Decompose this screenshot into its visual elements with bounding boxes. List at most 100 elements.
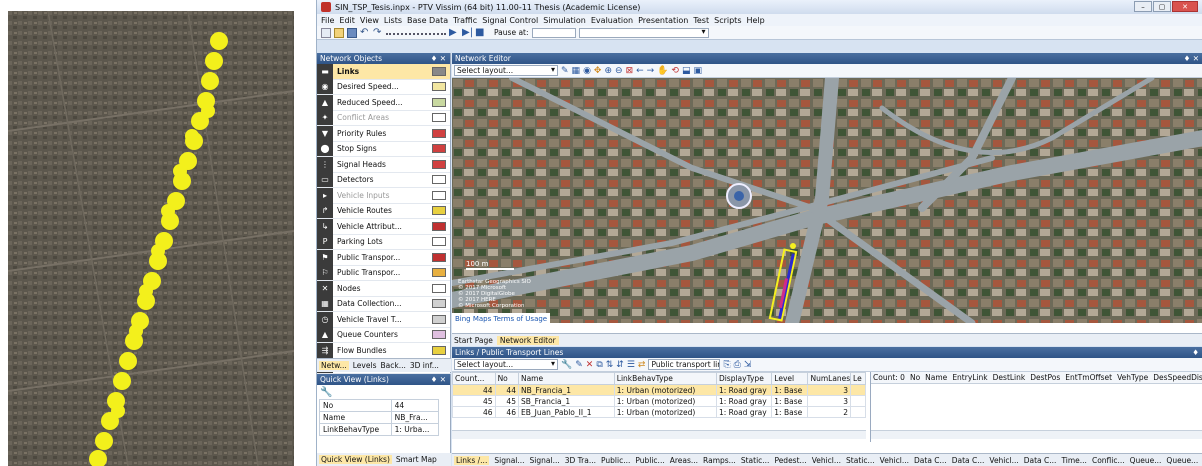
wrench-icon[interactable]: 🔧	[320, 387, 332, 398]
layout-select[interactable]: Select layout...	[454, 65, 558, 76]
3d-mode-icon[interactable]: ⬓	[682, 66, 691, 76]
minimize-button[interactable]: –	[1134, 1, 1152, 12]
network-object-color-swatch[interactable]	[432, 175, 446, 185]
network-object-color-swatch[interactable]	[432, 159, 446, 169]
network-object-color-swatch[interactable]	[432, 283, 446, 293]
col-num-lanes[interactable]: NumLanes	[807, 372, 852, 385]
filter-icon[interactable]: ☰	[627, 360, 635, 370]
screenshot-icon[interactable]: ▣	[693, 66, 702, 76]
list-tab[interactable]: Queue...	[1166, 456, 1198, 465]
network-object-color-swatch[interactable]	[432, 66, 446, 76]
network-object-item[interactable]: ▦ Data Collection...	[317, 296, 450, 312]
col-name[interactable]: Name	[517, 372, 615, 385]
relation-col[interactable]: No	[910, 373, 920, 382]
cell-no[interactable]: 44	[494, 384, 519, 396]
relation-select[interactable]: Public transport lir	[648, 359, 721, 370]
single-step-icon[interactable]: ▶|	[462, 27, 473, 38]
cell-display[interactable]: 1: Road gray	[715, 395, 773, 407]
cell-count[interactable]: 45	[452, 395, 496, 407]
network-object-item[interactable]: ▭ Detectors	[317, 172, 450, 188]
list-tab[interactable]: Data C...	[952, 456, 985, 465]
cell-level[interactable]: 1: Base	[771, 406, 809, 418]
relation-col[interactable]: DestLink	[993, 373, 1026, 382]
pan-hand-icon[interactable]: ✋	[657, 66, 668, 76]
edit-icon[interactable]: ✎	[575, 360, 583, 370]
close-button[interactable]: ✕	[1172, 1, 1198, 12]
relation-col[interactable]: DestPos	[1030, 373, 1060, 382]
relation-col[interactable]: VehType	[1117, 373, 1148, 382]
network-object-item[interactable]: ↱ Vehicle Routes	[317, 203, 450, 219]
duplicate-icon[interactable]: ⧉	[596, 360, 602, 370]
network-object-color-swatch[interactable]	[432, 206, 446, 216]
menu-evaluation[interactable]: Evaluation	[591, 16, 633, 25]
network-object-item[interactable]: ▼ Priority Rules	[317, 125, 450, 142]
speed-slider[interactable]	[386, 31, 446, 35]
tab-network-objects[interactable]: Netw...	[319, 361, 349, 370]
list-tab[interactable]: Public...	[601, 456, 630, 465]
back-arrow-icon[interactable]: ←	[636, 66, 644, 76]
network-object-color-swatch[interactable]	[432, 330, 446, 340]
cell-no[interactable]: 46	[494, 406, 519, 418]
continuous-run-icon[interactable]: ▶	[449, 27, 459, 38]
network-object-item[interactable]: ⇶ Flow Bundles	[317, 342, 450, 359]
list-tab[interactable]: Data C...	[914, 456, 947, 465]
edit-tool-icon[interactable]: ✎	[561, 66, 569, 76]
cell-behav[interactable]: 1: Urban (motorized)	[613, 384, 717, 396]
quick-view-row[interactable]: LinkBehavType 1: Urba...	[319, 423, 440, 436]
network-object-color-swatch[interactable]	[432, 97, 446, 107]
list-tab[interactable]: Ramps...	[703, 456, 736, 465]
network-object-item[interactable]: P Parking Lots	[317, 234, 450, 250]
menu-signal-control[interactable]: Signal Control	[482, 16, 538, 25]
list-tab[interactable]: Data C...	[1024, 456, 1057, 465]
cell-count[interactable]: 44	[452, 384, 496, 396]
wrench-icon[interactable]: 🔧	[561, 360, 572, 370]
tab-backgrounds[interactable]: Back...	[380, 361, 405, 370]
network-object-color-swatch[interactable]	[432, 268, 446, 278]
copy-icon[interactable]: ⎘	[723, 360, 730, 370]
col-level[interactable]: Level	[771, 372, 809, 385]
sort-desc-icon[interactable]: ⇵	[616, 360, 624, 370]
cell-lanes[interactable]: 3	[807, 384, 852, 396]
zoom-out-icon[interactable]: ⊖	[615, 66, 623, 76]
zoom-in-icon[interactable]: ⊕	[604, 66, 612, 76]
menu-test[interactable]: Test	[693, 16, 709, 25]
list-tab[interactable]: Conflic...	[1092, 456, 1125, 465]
relation-col[interactable]: Count: 0	[873, 373, 905, 382]
bing-terms-link[interactable]: Bing Maps Terms of Usage	[455, 315, 547, 323]
list-tab[interactable]: Static...	[846, 456, 875, 465]
globe-icon[interactable]: ◉	[583, 66, 591, 76]
list-tab[interactable]: Pedest...	[774, 456, 806, 465]
list-tab[interactable]: Vehicl...	[880, 456, 909, 465]
network-object-item[interactable]: ◉ Desired Speed...	[317, 79, 450, 95]
quick-view-value[interactable]: 44	[390, 399, 440, 412]
undo-icon[interactable]: ↶	[360, 27, 370, 38]
relation-col[interactable]: DesSpeedDis	[1153, 373, 1202, 382]
tab-start-page[interactable]: Start Page	[454, 336, 493, 345]
sort-asc-icon[interactable]: ⇅	[606, 360, 614, 370]
table-row[interactable]: 45 45 SB_Francia_1 1: Urban (motorized) 1: R…	[452, 395, 866, 407]
links-list-pin-icon[interactable]: ♦	[1192, 348, 1199, 357]
col-no[interactable]: No	[494, 372, 519, 385]
menu-simulation[interactable]: Simulation	[543, 16, 586, 25]
menu-presentation[interactable]: Presentation	[638, 16, 688, 25]
relation-col[interactable]: EntTmOffset	[1065, 373, 1112, 382]
evaluation-select[interactable]	[578, 27, 709, 38]
list-tab[interactable]: Signal...	[530, 456, 560, 465]
tab-levels[interactable]: Levels	[353, 361, 377, 370]
menu-file[interactable]: File	[321, 16, 334, 25]
delete-icon[interactable]: ✕	[586, 360, 594, 370]
network-editor-map[interactable]: 100 m Earthstar Geographics SIO © 2017 M…	[452, 78, 1202, 323]
relation-col[interactable]: EntryLink	[952, 373, 987, 382]
network-object-item[interactable]: ▬ Links	[317, 63, 450, 80]
relation-horizontal-scrollbar[interactable]	[871, 430, 1202, 439]
network-object-color-swatch[interactable]	[432, 190, 446, 200]
network-object-color-swatch[interactable]	[432, 345, 446, 355]
list-tab[interactable]: Time...	[1061, 456, 1087, 465]
links-horizontal-scrollbar[interactable]	[452, 430, 866, 439]
save-icon[interactable]	[347, 27, 357, 38]
links-layout-select[interactable]: Select layout...	[454, 359, 558, 370]
list-tab[interactable]: Public...	[635, 456, 664, 465]
quick-view-value[interactable]: 1: Urba...	[390, 423, 440, 436]
network-object-color-swatch[interactable]	[432, 82, 446, 92]
forward-arrow-icon[interactable]: →	[647, 66, 655, 76]
